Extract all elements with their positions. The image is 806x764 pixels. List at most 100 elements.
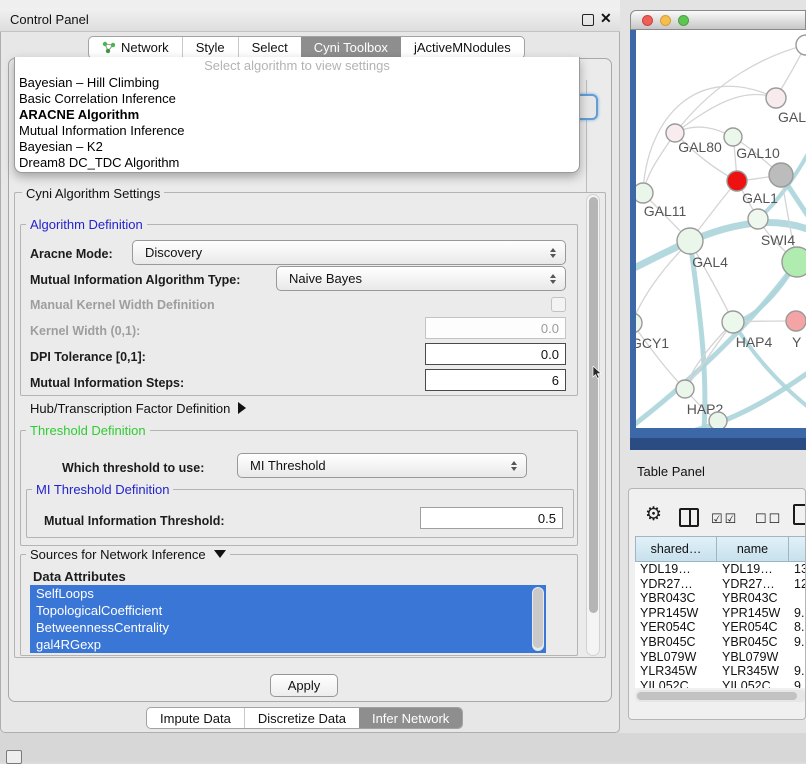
data-attributes-label: Data Attributes xyxy=(33,569,126,584)
gear-icon[interactable]: ⚙ xyxy=(645,503,662,526)
bottom-background-strip xyxy=(0,733,806,762)
network-node[interactable] xyxy=(766,88,786,108)
tab-discretize-data[interactable]: Discretize Data xyxy=(244,708,359,728)
node-label: GAL xyxy=(778,109,806,125)
attribute-item[interactable]: TopologicalCoefficient xyxy=(30,602,546,619)
mi-threshold-field[interactable]: 0.5 xyxy=(420,507,563,529)
table-row[interactable]: YBR045CYBR045C9. xyxy=(635,635,806,650)
table-cell: YER054C xyxy=(635,620,717,635)
mi-threshold-label: Mutual Information Threshold: xyxy=(44,514,225,528)
close-traffic-light[interactable] xyxy=(642,15,653,26)
algorithm-option[interactable]: Bayesian – K2 xyxy=(15,139,579,155)
table-cell: 8. xyxy=(789,620,806,635)
data-attributes-list[interactable]: SelfLoopsTopologicalCoefficientBetweenne… xyxy=(30,585,546,653)
algorithm-option[interactable]: ARACNE Algorithm xyxy=(15,107,579,123)
zoom-traffic-light[interactable] xyxy=(678,15,689,26)
table-cell: YBL079W xyxy=(717,650,789,665)
table-hscrollbar[interactable] xyxy=(635,690,806,702)
algorithm-option[interactable]: Bayesian – Hill Climbing xyxy=(15,75,579,91)
table-row[interactable]: YPR145WYPR145W9. xyxy=(635,606,806,621)
table-row[interactable]: YBL079WYBL079W xyxy=(635,650,806,665)
new-table-icon[interactable] xyxy=(793,504,806,525)
node-label: GAL11 xyxy=(644,203,687,219)
node-label: GAL1 xyxy=(742,190,778,206)
network-node[interactable] xyxy=(727,171,747,191)
checked-columns-icon[interactable]: ☑☑ xyxy=(711,511,738,527)
network-node[interactable] xyxy=(636,183,653,203)
mi-algorithm-type-combo[interactable]: Naive Bayes xyxy=(276,266,566,291)
table-cell: YDR27… xyxy=(717,577,789,592)
minimize-traffic-light[interactable] xyxy=(660,15,671,26)
network-node[interactable] xyxy=(636,313,642,333)
column-header[interactable]: name xyxy=(717,536,789,562)
table-cell: YPR145W xyxy=(635,606,717,621)
list-scrollbar[interactable] xyxy=(532,587,544,651)
tab-cyni-toolbox[interactable]: Cyni Toolbox xyxy=(301,37,401,58)
tab-impute-data[interactable]: Impute Data xyxy=(147,708,244,728)
node-label: GAL4 xyxy=(692,254,728,270)
algorithm-option[interactable]: Basic Correlation Inference xyxy=(15,91,579,107)
attribute-item[interactable]: BetweennessCentrality xyxy=(30,619,546,636)
network-node[interactable] xyxy=(769,163,793,187)
aracne-mode-combo[interactable]: Discovery xyxy=(132,240,566,265)
scrollbar-thumb[interactable] xyxy=(589,197,598,613)
stepper-arrows-icon xyxy=(511,461,517,471)
algorithm-option[interactable]: Dream8 DC_TDC Algorithm xyxy=(15,155,579,171)
table-cell: YBR043C xyxy=(717,591,789,606)
network-node[interactable] xyxy=(724,128,742,146)
tab-network[interactable]: Network xyxy=(89,37,182,58)
network-node[interactable] xyxy=(709,412,727,428)
attribute-item[interactable]: SelfLoops xyxy=(30,585,546,602)
unchecked-columns-icon[interactable]: ☐☐ xyxy=(755,511,782,527)
network-node[interactable] xyxy=(748,209,768,229)
stepper-arrows-icon xyxy=(550,274,556,284)
sources-toggle[interactable]: Sources for Network Inference xyxy=(26,547,230,562)
dpi-tolerance-field[interactable]: 0.0 xyxy=(425,343,566,365)
table-row[interactable]: YLR345WYLR345W9. xyxy=(635,664,806,679)
manual-kernel-checkbox[interactable] xyxy=(551,297,566,312)
tab-jactivemnodules[interactable]: jActiveMNodules xyxy=(401,37,524,58)
kernel-width-label: Kernel Width (0,1): xyxy=(30,324,140,338)
network-node[interactable] xyxy=(677,228,703,254)
node-label: Y xyxy=(792,334,802,350)
kernel-width-field[interactable]: 0.0 xyxy=(425,317,566,339)
network-node[interactable] xyxy=(782,247,806,277)
column-header[interactable]: shared… xyxy=(635,536,717,562)
split-pane-icon[interactable] xyxy=(679,508,699,527)
algorithm-option[interactable]: Mutual Information Inference xyxy=(15,123,579,139)
tab-select[interactable]: Select xyxy=(238,37,301,58)
attribute-item[interactable]: gal4RGexp xyxy=(30,636,546,653)
table-cell: 13 xyxy=(789,562,806,577)
mi-algorithm-type-label: Mutual Information Algorithm Type: xyxy=(30,273,240,287)
network-icon xyxy=(102,41,116,54)
node-table[interactable]: shared…nameA YDL19…YDL19…13YDR27…YDR27…1… xyxy=(635,536,806,688)
which-threshold-combo[interactable]: MI Threshold xyxy=(237,453,527,478)
mi-steps-field[interactable]: 6 xyxy=(425,369,566,391)
network-node[interactable] xyxy=(796,35,806,55)
tab-infer-network[interactable]: Infer Network xyxy=(359,708,462,728)
network-canvas[interactable]: GALGAL80GAL10GAL1SWI4GAL11GAL4GCY1HAP4YH… xyxy=(636,30,806,428)
network-node[interactable] xyxy=(676,380,694,398)
apply-button[interactable]: Apply xyxy=(270,674,338,697)
panel-title: Control Panel xyxy=(10,12,89,27)
table-cell: YDL19… xyxy=(717,562,789,577)
top-background-strip xyxy=(0,0,620,8)
table-row[interactable]: YIL052CYIL052C9 xyxy=(635,679,806,688)
scrollbar-thumb[interactable] xyxy=(637,692,797,700)
table-row[interactable]: YDL19…YDL19…13 xyxy=(635,562,806,577)
table-row[interactable]: YBR043CYBR043C xyxy=(635,591,806,606)
network-node[interactable] xyxy=(722,311,744,333)
table-row[interactable]: YDR27…YDR27…12 xyxy=(635,577,806,592)
network-edge xyxy=(675,94,776,133)
network-window-titlebar[interactable] xyxy=(630,10,806,30)
scrollbar-thumb[interactable] xyxy=(533,588,543,648)
network-node[interactable] xyxy=(786,311,806,331)
settings-scrollbar[interactable] xyxy=(586,194,600,656)
float-window-icon[interactable] xyxy=(582,14,594,26)
hub-definition-toggle[interactable]: Hub/Transcription Factor Definition xyxy=(30,401,246,416)
tab-style[interactable]: Style xyxy=(182,37,238,58)
table-cell: 9. xyxy=(789,606,806,621)
table-row[interactable]: YER054CYER054C8. xyxy=(635,620,806,635)
column-header[interactable]: A xyxy=(789,536,806,562)
close-icon[interactable]: ✕ xyxy=(600,10,612,27)
